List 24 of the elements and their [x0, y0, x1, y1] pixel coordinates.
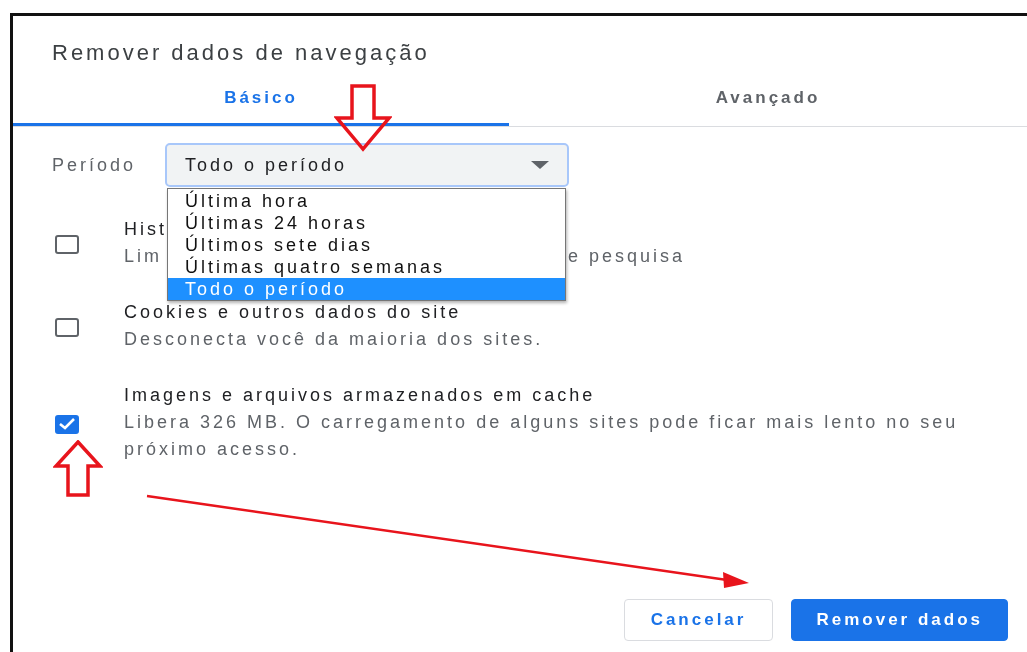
dropdown-option[interactable]: Últimas quatro semanas — [168, 256, 565, 278]
period-label: Período — [52, 154, 138, 176]
checkbox[interactable] — [55, 414, 79, 434]
dialog-title: Remover dados de navegação — [51, 39, 431, 67]
option-description: Desconecta você da maioria dos sites. — [124, 328, 544, 351]
option-title: Imagens e arquivos armazenados em cache — [124, 385, 596, 406]
tab[interactable]: Básico — [13, 78, 509, 126]
option-title: Cookies e outros dados do site — [124, 302, 462, 323]
period-dropdown[interactable]: Todo o período — [165, 143, 569, 187]
down-arrow-annotation — [334, 84, 392, 152]
dropdown-option[interactable]: Última hora — [168, 190, 565, 212]
option-description: e pesquisa — [568, 245, 686, 268]
option-description: Libera 326 MB. O carregamento de alguns sites pode ficar mais lento no seu próximo acesso. — [124, 412, 959, 459]
option-description: Lim — [124, 245, 162, 268]
dropdown-option[interactable]: Últimas 24 horas — [168, 212, 565, 234]
checkbox[interactable] — [55, 235, 79, 254]
dropdown-option[interactable]: Últimos sete dias — [168, 234, 565, 256]
up-arrow-annotation — [53, 440, 103, 498]
tab[interactable]: Avançado — [509, 78, 1027, 126]
dialog-button[interactable]: Remover dados — [791, 599, 1008, 641]
caret-icon — [531, 160, 549, 170]
option-title: Hist — [124, 219, 167, 240]
dialog-button[interactable]: Cancelar — [623, 599, 774, 641]
checkbox[interactable] — [55, 318, 79, 337]
